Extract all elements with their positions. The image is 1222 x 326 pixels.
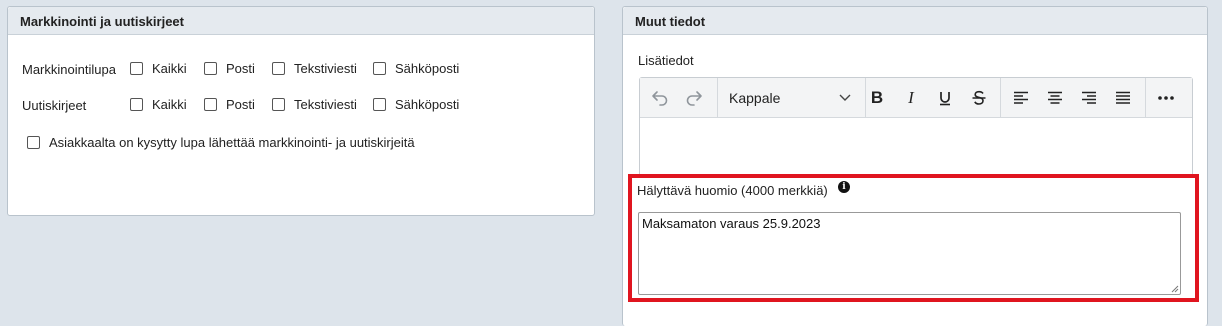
alert-note-label: Hälyttävä huomio (4000 merkkiä) xyxy=(637,183,828,198)
checkbox-label: Sähköposti xyxy=(395,96,460,112)
rich-text-editor: Kappale B I xyxy=(639,77,1193,177)
consent-asked-checkbox[interactable] xyxy=(27,135,40,149)
marketing-sahkoposti-checkbox[interactable] xyxy=(373,61,386,75)
resize-grip-icon[interactable] xyxy=(1171,285,1179,293)
checkbox-label: Posti xyxy=(226,96,255,112)
newsletter-option-kaikki[interactable]: Kaikki xyxy=(130,96,187,112)
undo-icon[interactable] xyxy=(647,86,673,110)
checkbox-label: Posti xyxy=(226,60,255,76)
newsletter-kaikki-checkbox[interactable] xyxy=(130,97,143,111)
underline-icon[interactable] xyxy=(932,86,958,110)
block-format-value: Kappale xyxy=(729,90,781,106)
editor-toolbar: Kappale B I xyxy=(640,78,1192,118)
newsletter-sahkoposti-checkbox[interactable] xyxy=(373,97,386,111)
align-left-icon[interactable] xyxy=(1008,86,1034,110)
marketing-kaikki-checkbox[interactable] xyxy=(130,61,143,75)
info-icon[interactable]: i xyxy=(838,181,850,193)
newsletter-option-posti[interactable]: Posti xyxy=(204,96,255,112)
align-right-icon[interactable] xyxy=(1076,86,1102,110)
align-justify-icon[interactable] xyxy=(1110,86,1136,110)
more-icon[interactable] xyxy=(1153,86,1179,110)
checkbox-label: Kaikki xyxy=(152,96,187,112)
additional-info-label: Lisätiedot xyxy=(638,53,694,68)
consent-asked-label: Asiakkaalta on kysytty lupa lähettää mar… xyxy=(49,134,415,150)
marketing-option-kaikki[interactable]: Kaikki xyxy=(130,60,187,76)
editor-content-area[interactable] xyxy=(640,118,1192,176)
alert-note-value: Maksamaton varaus 25.9.2023 xyxy=(642,216,821,231)
newsletter-posti-checkbox[interactable] xyxy=(204,97,217,111)
checkbox-label: Tekstiviesti xyxy=(294,96,357,112)
newsletter-option-sahkoposti[interactable]: Sähköposti xyxy=(373,96,459,112)
bold-icon[interactable]: B xyxy=(864,86,890,110)
marketing-tekstiviesti-checkbox[interactable] xyxy=(272,61,285,75)
consent-asked-option[interactable]: Asiakkaalta on kysytty lupa lähettää mar… xyxy=(27,134,415,150)
chevron-down-icon xyxy=(839,94,851,101)
newsletter-tekstiviesti-checkbox[interactable] xyxy=(272,97,285,111)
newsletters-label: Uutiskirjeet xyxy=(22,98,87,113)
marketing-panel-title: Markkinointi ja uutiskirjeet xyxy=(8,7,594,35)
strikethrough-icon[interactable] xyxy=(966,86,992,110)
other-info-panel-title: Muut tiedot xyxy=(623,7,1207,35)
marketing-option-posti[interactable]: Posti xyxy=(204,60,255,76)
italic-icon[interactable]: I xyxy=(898,86,924,110)
align-center-icon[interactable] xyxy=(1042,86,1068,110)
redo-icon[interactable] xyxy=(681,86,707,110)
alert-note-textarea[interactable]: Maksamaton varaus 25.9.2023 xyxy=(638,212,1181,295)
block-format-select[interactable]: Kappale xyxy=(729,86,851,110)
checkbox-label: Tekstiviesti xyxy=(294,60,357,76)
checkbox-label: Kaikki xyxy=(152,60,187,76)
newsletter-option-tekstiviesti[interactable]: Tekstiviesti xyxy=(272,96,357,112)
checkbox-label: Sähköposti xyxy=(395,60,460,76)
marketing-option-sahkoposti[interactable]: Sähköposti xyxy=(373,60,459,76)
marketing-posti-checkbox[interactable] xyxy=(204,61,217,75)
marketing-permission-label: Markkinointilupa xyxy=(22,62,116,77)
marketing-option-tekstiviesti[interactable]: Tekstiviesti xyxy=(272,60,357,76)
